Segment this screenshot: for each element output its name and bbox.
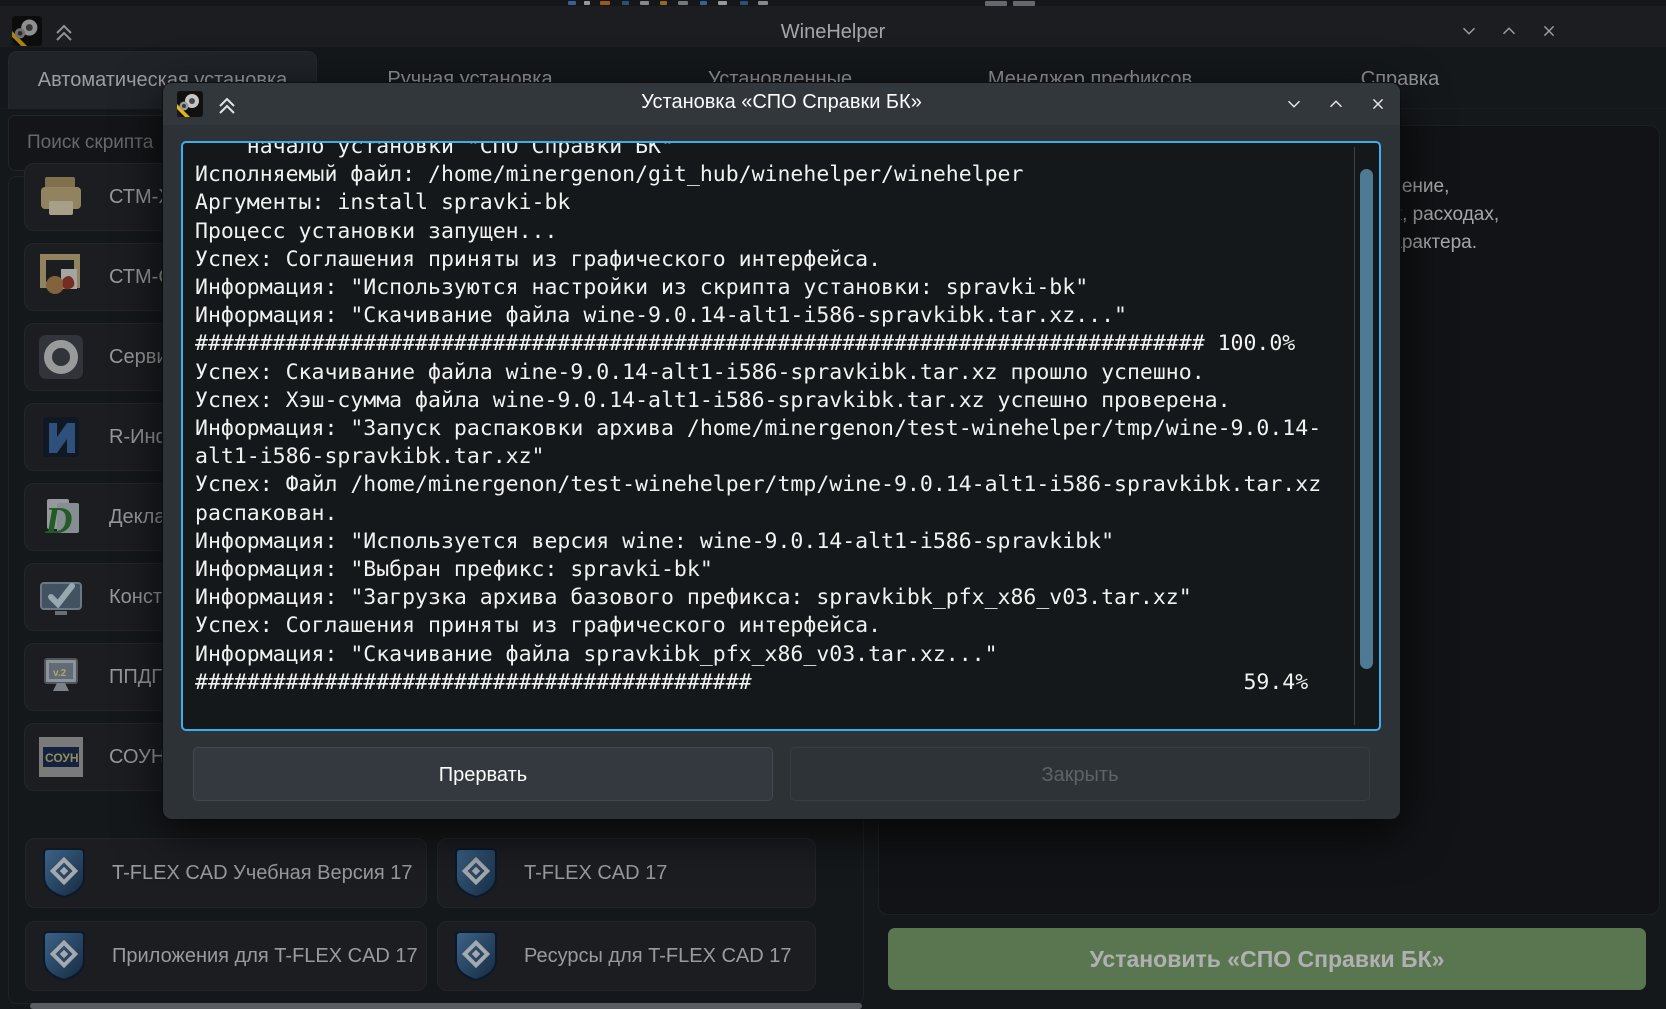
close-dialog-button[interactable]: Закрыть [790,747,1370,801]
dialog-title: Установка «СПО Справки БК» [163,91,1400,114]
abort-button[interactable]: Прервать [193,747,773,801]
dialog-close-button[interactable] [1361,91,1395,117]
dialog-titlebar: Установка «СПО Справки БК» [163,83,1400,125]
install-dialog: Установка «СПО Справки БК» начало устано… [163,83,1400,819]
dialog-maximize-button[interactable] [1319,91,1353,117]
dialog-minimize-button[interactable] [1277,91,1311,117]
install-log-text: начало установки "СПО Справки БК" Исполн… [195,141,1379,697]
vertical-scrollbar-thumb[interactable] [1360,169,1373,669]
install-log-view[interactable]: начало установки "СПО Справки БК" Исполн… [181,141,1381,731]
scrollbar-track-separator [1354,147,1355,725]
